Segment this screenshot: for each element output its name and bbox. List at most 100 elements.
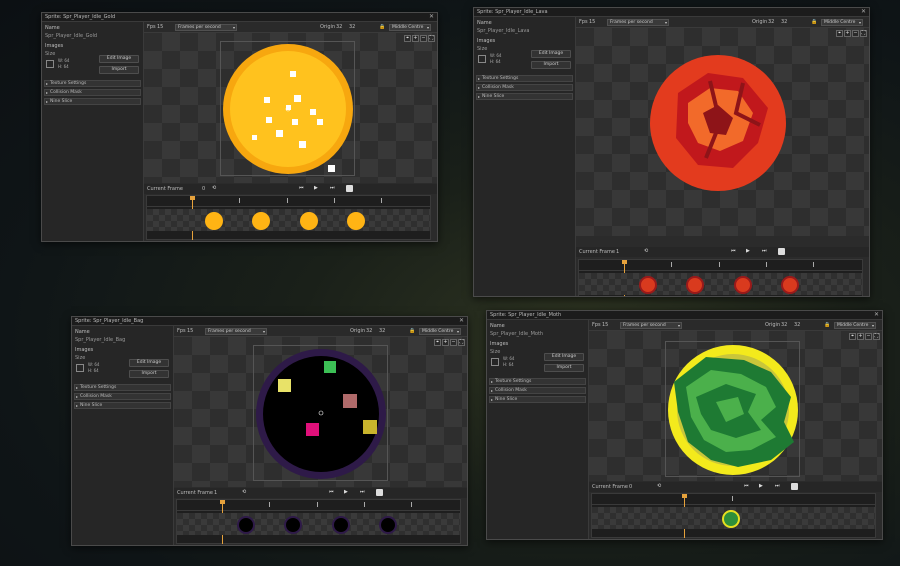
first-frame-icon[interactable]: ⏮ — [299, 185, 304, 191]
resize-icon[interactable] — [478, 55, 486, 63]
play-icon[interactable]: ▶ — [746, 248, 750, 254]
fps-mode-dropdown[interactable]: Frames per second — [607, 19, 669, 26]
collision-mask-section[interactable]: Collision Mask — [489, 387, 586, 394]
lock-icon[interactable]: 🔒 — [409, 328, 415, 334]
zoom-in-icon[interactable]: + — [442, 339, 449, 346]
origin-x-value[interactable]: 32 — [366, 328, 372, 334]
first-frame-icon[interactable]: ⏮ — [329, 489, 334, 495]
texture-settings-section[interactable]: Texture Settings — [476, 75, 573, 82]
timeline[interactable] — [578, 259, 863, 296]
collision-mask-section[interactable]: Collision Mask — [44, 89, 141, 96]
loop-toggle-icon[interactable] — [778, 248, 785, 255]
lock-icon[interactable]: 🔒 — [379, 24, 385, 30]
title-bar[interactable]: Sprite: Spr_Player_Idle_Lava ✕ — [474, 8, 869, 17]
collision-mask-section[interactable]: Collision Mask — [74, 393, 171, 400]
origin-y-value[interactable]: 32 — [794, 322, 800, 328]
origin-x-value[interactable]: 32 — [768, 19, 774, 25]
nine-slice-section[interactable]: Nine Slice — [489, 396, 586, 403]
edit-image-button[interactable]: Edit Image — [544, 353, 584, 361]
last-frame-icon[interactable]: ⏭ — [330, 185, 335, 191]
name-field[interactable]: Spr_Player_Idle_Moth — [490, 331, 543, 337]
origin-x-value[interactable]: 32 — [781, 322, 787, 328]
frame-thumbnail[interactable] — [639, 276, 657, 294]
current-frame-value[interactable]: 1 — [616, 249, 619, 255]
frame-thumbnail[interactable] — [686, 276, 704, 294]
play-icon[interactable]: ▶ — [759, 483, 763, 489]
fit-icon[interactable]: ⛶ — [873, 333, 880, 340]
nine-slice-section[interactable]: Nine Slice — [44, 98, 141, 105]
sprite-canvas[interactable]: ⌖ + − ⛶ — [589, 331, 882, 481]
frame-thumbnail[interactable] — [300, 212, 318, 230]
name-field[interactable]: Spr_Player_Idle_Gold — [45, 33, 97, 39]
edit-image-button[interactable]: Edit Image — [129, 359, 169, 367]
import-button[interactable]: Import — [99, 66, 139, 74]
loop-toggle-icon[interactable] — [346, 185, 353, 192]
origin-mode-dropdown[interactable]: Middle Centre — [419, 328, 461, 335]
zoom-out-icon[interactable]: − — [450, 339, 457, 346]
zoom-out-icon[interactable]: − — [865, 333, 872, 340]
timeline[interactable] — [146, 195, 431, 240]
fps-value[interactable]: 15 — [602, 322, 608, 328]
timeline[interactable] — [176, 499, 461, 544]
origin-y-value[interactable]: 32 — [781, 19, 787, 25]
loop-icon[interactable]: ⟲ — [212, 185, 216, 191]
last-frame-icon[interactable]: ⏭ — [360, 489, 365, 495]
nine-slice-section[interactable]: Nine Slice — [476, 93, 573, 100]
frame-thumbnail[interactable] — [205, 212, 223, 230]
title-bar[interactable]: Sprite: Spr_Player_Idle_Moth ✕ — [487, 311, 882, 320]
frame-thumbnail[interactable] — [237, 516, 255, 534]
origin-x-value[interactable]: 32 — [336, 24, 342, 30]
sprite-canvas[interactable]: ⌖ + − ⛶ — [576, 28, 869, 236]
origin-y-value[interactable]: 32 — [349, 24, 355, 30]
frame-thumbnail[interactable] — [332, 516, 350, 534]
loop-icon[interactable]: ⟲ — [242, 489, 246, 495]
fps-mode-dropdown[interactable]: Frames per second — [175, 24, 237, 31]
zoom-in-icon[interactable]: + — [412, 35, 419, 42]
zoom-select-icon[interactable]: ⌖ — [404, 35, 411, 42]
frame-thumbnail[interactable] — [347, 212, 365, 230]
sprite-canvas[interactable]: ⌖ + − ⛶ — [144, 33, 437, 183]
play-icon[interactable]: ▶ — [344, 489, 348, 495]
fit-icon[interactable]: ⛶ — [428, 35, 435, 42]
texture-settings-section[interactable]: Texture Settings — [44, 80, 141, 87]
fps-value[interactable]: 15 — [589, 19, 595, 25]
nine-slice-section[interactable]: Nine Slice — [74, 402, 171, 409]
fit-icon[interactable]: ⛶ — [860, 30, 867, 37]
current-frame-value[interactable]: 1 — [214, 490, 217, 496]
name-field[interactable]: Spr_Player_Idle_Lava — [477, 28, 529, 34]
frame-thumbnail[interactable] — [284, 516, 302, 534]
sprite-canvas[interactable]: ⌖ + − ⛶ — [174, 337, 467, 487]
close-icon[interactable]: ✕ — [459, 317, 464, 324]
lock-icon[interactable]: 🔒 — [811, 19, 817, 25]
frame-thumbnail[interactable] — [252, 212, 270, 230]
last-frame-icon[interactable]: ⏭ — [762, 248, 767, 254]
first-frame-icon[interactable]: ⏮ — [731, 248, 736, 254]
close-icon[interactable]: ✕ — [429, 13, 434, 20]
origin-mode-dropdown[interactable]: Middle Centre — [834, 322, 876, 329]
current-frame-value[interactable]: 0 — [629, 484, 632, 490]
loop-toggle-icon[interactable] — [791, 483, 798, 490]
import-button[interactable]: Import — [129, 370, 169, 378]
collision-mask-section[interactable]: Collision Mask — [476, 84, 573, 91]
texture-settings-section[interactable]: Texture Settings — [74, 384, 171, 391]
close-icon[interactable]: ✕ — [874, 311, 879, 318]
current-frame-value[interactable]: 0 — [202, 186, 205, 192]
fit-icon[interactable]: ⛶ — [458, 339, 465, 346]
origin-mode-dropdown[interactable]: Middle Centre — [821, 19, 863, 26]
zoom-in-icon[interactable]: + — [844, 30, 851, 37]
frame-thumbnail[interactable] — [722, 510, 740, 528]
zoom-select-icon[interactable]: ⌖ — [434, 339, 441, 346]
play-icon[interactable]: ▶ — [314, 185, 318, 191]
resize-icon[interactable] — [46, 60, 54, 68]
timeline[interactable] — [591, 493, 876, 538]
fps-mode-dropdown[interactable]: Frames per second — [205, 328, 267, 335]
fps-value[interactable]: 15 — [157, 24, 163, 30]
frame-thumbnail[interactable] — [734, 276, 752, 294]
zoom-out-icon[interactable]: − — [852, 30, 859, 37]
frame-thumbnail[interactable] — [781, 276, 799, 294]
lock-icon[interactable]: 🔒 — [824, 322, 830, 328]
import-button[interactable]: Import — [544, 364, 584, 372]
edit-image-button[interactable]: Edit Image — [99, 55, 139, 63]
title-bar[interactable]: Sprite: Spr_Player_Idle_Bag ✕ — [72, 317, 467, 326]
last-frame-icon[interactable]: ⏭ — [775, 483, 780, 489]
